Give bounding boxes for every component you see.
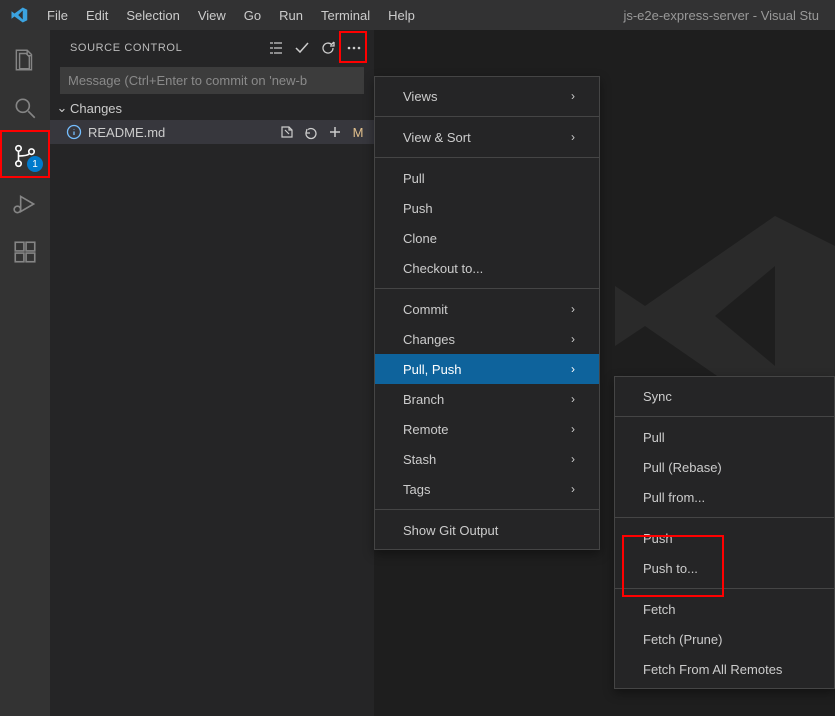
changes-label: Changes [70,101,122,116]
menu-separator [615,416,834,417]
submenu-pull[interactable]: Pull [615,422,834,452]
chevron-right-icon: › [571,302,575,316]
menu-item-changes[interactable]: Changes› [375,324,599,354]
menu-go[interactable]: Go [235,4,270,27]
commit-message-input[interactable] [60,67,364,94]
activity-source-control[interactable]: 1 [1,132,49,180]
menu-item-pull[interactable]: Pull [375,163,599,193]
chevron-right-icon: › [571,422,575,436]
activity-explorer[interactable] [1,36,49,84]
menu-file[interactable]: File [38,4,77,27]
activity-search[interactable] [1,84,49,132]
menu-item-push[interactable]: Push [375,193,599,223]
menu-item-stash[interactable]: Stash› [375,444,599,474]
submenu-push-to[interactable]: Push to... [615,553,834,583]
menu-separator [375,288,599,289]
source-control-panel: SOURCE CONTROL ⌄ Cha [50,30,375,716]
open-file-icon[interactable] [276,121,298,143]
activitybar: 1 [0,30,50,716]
menu-item-pull-push[interactable]: Pull, Push› [375,354,599,384]
menu-terminal[interactable]: Terminal [312,4,379,27]
chevron-right-icon: › [571,452,575,466]
menu-help[interactable]: Help [379,4,424,27]
changed-file-row[interactable]: README.md M [50,120,374,144]
chevron-right-icon: › [571,89,575,103]
more-actions-icon[interactable] [342,36,366,60]
titlebar: File Edit Selection View Go Run Terminal… [0,0,835,30]
submenu-fetch[interactable]: Fetch [615,594,834,624]
chevron-right-icon: › [571,332,575,346]
source-control-badge: 1 [27,156,43,172]
scm-more-menu: Views› View & Sort› Pull Push Clone Chec… [374,76,600,550]
chevron-right-icon: › [571,130,575,144]
menu-selection[interactable]: Selection [117,4,188,27]
submenu-fetch-prune[interactable]: Fetch (Prune) [615,624,834,654]
info-file-icon [66,124,82,140]
activity-extensions[interactable] [1,228,49,276]
activity-debug[interactable] [1,180,49,228]
stage-changes-icon[interactable] [324,121,346,143]
commit-check-icon[interactable] [290,36,314,60]
file-status-letter: M [350,125,366,140]
filename-label: README.md [88,125,276,140]
submenu-pull-rebase[interactable]: Pull (Rebase) [615,452,834,482]
submenu-sync[interactable]: Sync [615,381,834,411]
menu-run[interactable]: Run [270,4,312,27]
chevron-right-icon: › [571,482,575,496]
chevron-down-icon: ⌄ [54,100,70,116]
menu-item-view-sort[interactable]: View & Sort› [375,122,599,152]
changes-header[interactable]: ⌄ Changes [50,96,374,120]
discard-changes-icon[interactable] [300,121,322,143]
menu-item-checkout[interactable]: Checkout to... [375,253,599,283]
menu-item-tags[interactable]: Tags› [375,474,599,504]
menu-item-commit[interactable]: Commit› [375,294,599,324]
menu-view[interactable]: View [189,4,235,27]
chevron-right-icon: › [571,392,575,406]
menu-item-views[interactable]: Views› [375,81,599,111]
submenu-fetch-all-remotes[interactable]: Fetch From All Remotes [615,654,834,684]
chevron-right-icon: › [571,362,575,376]
menu-edit[interactable]: Edit [77,4,117,27]
view-as-tree-icon[interactable] [264,36,288,60]
menu-item-clone[interactable]: Clone [375,223,599,253]
menu-separator [615,517,834,518]
menu-separator [375,157,599,158]
vscode-logo [10,6,28,24]
pull-push-submenu: Sync Pull Pull (Rebase) Pull from... Pus… [614,376,835,689]
menu-item-branch[interactable]: Branch› [375,384,599,414]
menu-separator [615,588,834,589]
refresh-icon[interactable] [316,36,340,60]
panel-title: SOURCE CONTROL [70,42,182,54]
menu-separator [375,509,599,510]
menu-separator [375,116,599,117]
menu-item-show-git-output[interactable]: Show Git Output [375,515,599,545]
menu-item-remote[interactable]: Remote› [375,414,599,444]
submenu-push[interactable]: Push [615,523,834,553]
window-title: js-e2e-express-server - Visual Stu [623,8,827,23]
submenu-pull-from[interactable]: Pull from... [615,482,834,512]
